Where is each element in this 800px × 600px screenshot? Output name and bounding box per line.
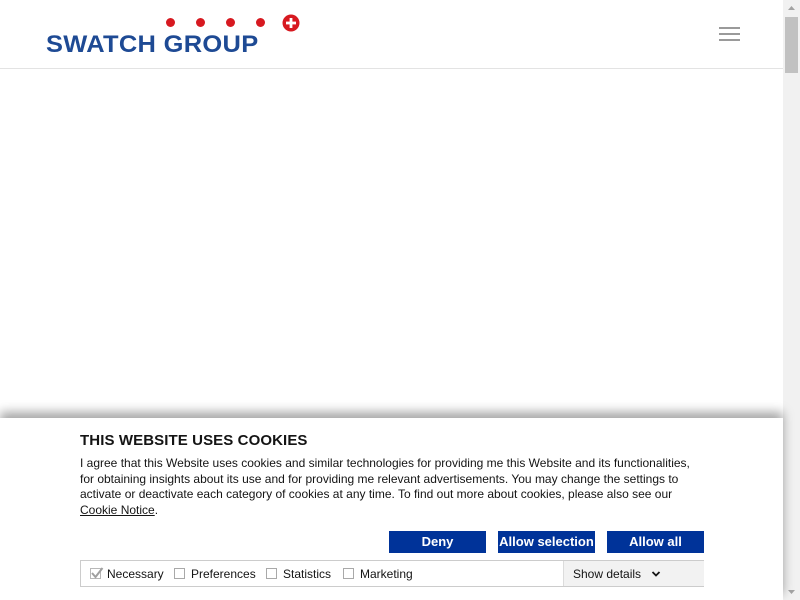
cookie-notice-link[interactable]: Cookie Notice <box>80 503 155 517</box>
logo-dot <box>166 18 175 27</box>
marketing-checkbox[interactable]: Marketing <box>343 561 413 586</box>
allow-all-button[interactable]: Allow all <box>607 531 704 553</box>
checkbox-icon[interactable] <box>266 568 277 579</box>
swatch-group-logo[interactable]: SWATCH GROUP <box>46 14 302 58</box>
cookie-body-text: I agree that this Website uses cookies a… <box>80 456 690 501</box>
cookie-category-bar: Necessary Preferences Statistics Marketi… <box>80 560 704 587</box>
logo-dot <box>226 18 235 27</box>
page-scrollbar[interactable] <box>783 0 800 600</box>
necessary-checkbox: Necessary <box>90 561 164 586</box>
preferences-label[interactable]: Preferences <box>191 567 256 581</box>
show-details-button[interactable]: Show details <box>563 561 704 586</box>
necessary-label: Necessary <box>107 566 164 581</box>
chevron-down-icon <box>651 570 661 577</box>
swiss-cross-icon <box>282 14 300 32</box>
cookie-body-end: . <box>154 502 159 517</box>
checkbox-icon[interactable] <box>343 568 354 579</box>
cookie-dialog-text: I agree that this Website uses cookies a… <box>80 456 692 518</box>
hamburger-icon[interactable] <box>719 26 741 42</box>
show-details-label[interactable]: Show details <box>573 567 641 581</box>
deny-button[interactable]: Deny <box>389 531 486 553</box>
scrollbar-thumb[interactable] <box>785 17 798 73</box>
cookie-dialog-title: THIS WEBSITE USES COOKIES <box>80 432 308 449</box>
scroll-up-icon[interactable] <box>783 0 800 17</box>
statistics-label[interactable]: Statistics <box>283 567 331 581</box>
site-header: SWATCH GROUP <box>0 0 783 69</box>
logo-dot <box>196 18 205 27</box>
page: SWATCH GROUP THIS WEBSITE USES COOKIES I… <box>0 0 800 600</box>
checkbox-icon[interactable] <box>174 568 185 579</box>
checkbox-checked-icon <box>90 567 104 579</box>
scroll-down-icon[interactable] <box>783 583 800 600</box>
allow-selection-button[interactable]: Allow selection <box>498 531 595 553</box>
cookie-consent-dialog: THIS WEBSITE USES COOKIES I agree that t… <box>0 418 783 600</box>
logo-wordmark: SWATCH GROUP <box>46 31 259 58</box>
logo-dot <box>256 18 265 27</box>
marketing-label[interactable]: Marketing <box>360 567 413 581</box>
statistics-checkbox[interactable]: Statistics <box>266 561 331 586</box>
preferences-checkbox[interactable]: Preferences <box>174 561 256 586</box>
